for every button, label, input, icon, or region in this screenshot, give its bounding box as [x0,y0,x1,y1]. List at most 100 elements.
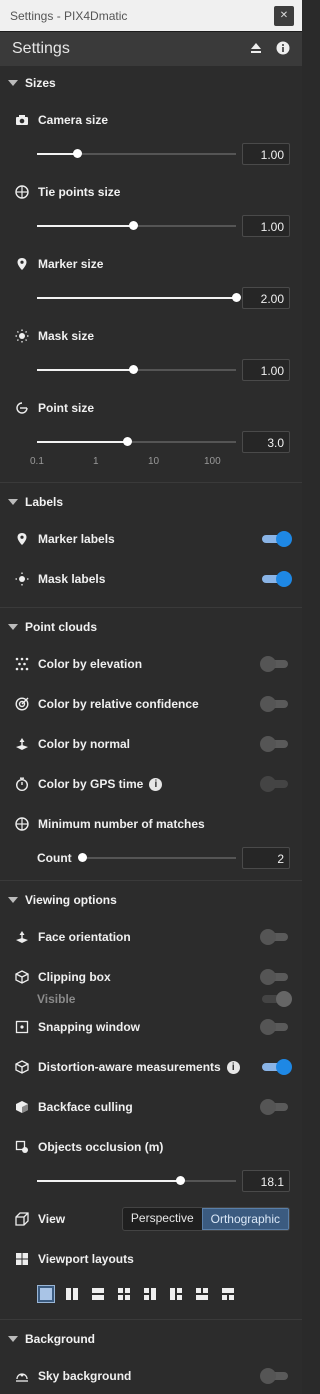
section-title: Viewing options [25,893,117,907]
tie-points-size-input[interactable]: 1.00 [242,215,290,237]
scale-tick: 0.1 [30,456,44,467]
backface-icon [14,1099,30,1115]
point-size-input[interactable]: 3.0 [242,431,290,453]
mask-size-slider-row: 1.00 [0,356,302,384]
tie-points-size-slider-row: 1.00 [0,212,302,240]
count-slider[interactable] [77,853,236,862]
point-size-slider[interactable] [37,437,236,446]
visible-row: Visible [0,991,302,1007]
orthographic-option[interactable]: Orthographic [201,1208,289,1230]
point-size-scale: 0.1 1 10 100 [30,456,302,472]
backface-culling-row: Backface culling [0,1087,302,1127]
layout-four-grid-icon[interactable] [115,1285,133,1303]
distortion-aware-toggle[interactable] [260,1059,292,1075]
visible-toggle[interactable] [260,991,292,1007]
collapse-caret-icon[interactable] [8,80,18,86]
color-by-gps-time-row: Color by GPS time i [0,764,302,804]
tie-points-size-row: Tie points size [0,172,302,212]
objects-occlusion-row: Objects occlusion (m) [0,1127,302,1167]
tie-points-size-label: Tie points size [38,185,121,199]
clipping-box-toggle[interactable] [260,969,290,985]
view-cube-icon [14,1211,30,1227]
perspective-option[interactable]: Perspective [123,1208,202,1230]
settings-header: Settings [0,32,302,66]
mask-icon [14,571,30,587]
layout-top-large-icon[interactable] [219,1285,237,1303]
section-divider [0,880,302,881]
normal-icon [14,736,30,752]
color-by-confidence-label: Color by relative confidence [38,697,199,711]
snapping-window-toggle[interactable] [260,1019,290,1035]
marker-pin-icon [14,256,30,272]
collapse-caret-icon[interactable] [8,624,18,630]
camera-size-input[interactable]: 1.00 [242,143,290,165]
sky-background-label: Sky background [38,1369,132,1383]
section-point-clouds[interactable]: Point clouds [0,610,302,644]
occlusion-input[interactable]: 18.1 [242,1170,290,1192]
marker-size-slider[interactable] [37,293,241,302]
gps-time-text: Color by GPS time [38,777,144,791]
collapse-caret-icon[interactable] [8,1336,18,1342]
view-row: View Perspective Orthographic [0,1199,302,1239]
marker-labels-toggle[interactable] [260,531,292,547]
backface-culling-toggle[interactable] [260,1099,290,1115]
camera-size-slider-row: 1.00 [0,140,302,168]
info-icon[interactable]: i [149,777,163,791]
occlusion-slider-row: 18.1 [0,1167,302,1195]
mask-labels-toggle[interactable] [260,571,292,587]
count-label: Count [37,851,72,865]
sky-background-row: Sky background [0,1356,302,1394]
view-label: View [38,1212,66,1226]
objects-occlusion-label: Objects occlusion (m) [38,1140,164,1154]
face-orientation-toggle[interactable] [260,929,290,945]
elevation-dots-icon [14,656,30,672]
count-input[interactable]: 2 [242,847,290,869]
close-icon[interactable]: ✕ [274,5,294,26]
section-title: Point clouds [25,620,97,634]
layout-right-large-icon[interactable] [167,1285,185,1303]
marker-labels-row: Marker labels [0,519,302,559]
tie-points-size-slider[interactable] [37,221,236,230]
section-title: Background [25,1332,96,1346]
visible-label: Visible [37,992,76,1006]
distortion-text: Distortion-aware measurements [38,1060,221,1074]
color-by-elevation-toggle[interactable] [260,656,290,672]
backface-culling-label: Backface culling [38,1100,133,1114]
eject-icon[interactable] [250,42,262,57]
color-by-normal-toggle[interactable] [260,736,290,752]
section-divider [0,482,302,483]
layout-left-large-icon[interactable] [141,1285,159,1303]
viewport-layouts-row: Viewport layouts [0,1239,302,1279]
sky-background-toggle[interactable] [260,1368,290,1384]
confidence-icon [14,696,30,712]
marker-size-input[interactable]: 2.00 [242,287,290,309]
collapse-caret-icon[interactable] [8,897,18,903]
layout-two-vertical-icon[interactable] [63,1285,81,1303]
camera-size-slider[interactable] [37,149,236,158]
mask-size-input[interactable]: 1.00 [242,359,290,381]
layout-single-icon[interactable] [37,1285,55,1303]
mask-size-label: Mask size [38,329,95,343]
occlusion-slider[interactable] [37,1176,236,1185]
layout-bottom-large-icon[interactable] [193,1285,211,1303]
info-icon[interactable]: i [226,1060,240,1074]
mask-labels-label: Mask labels [38,572,106,586]
section-labels[interactable]: Labels [0,485,302,519]
section-viewing-options[interactable]: Viewing options [0,883,302,917]
info-icon[interactable] [276,41,290,58]
snapping-window-row: Snapping window [0,1007,302,1047]
tie-points-icon [14,816,30,832]
color-by-gps-time-toggle[interactable] [260,776,290,792]
section-title: Labels [25,495,64,509]
face-orientation-label: Face orientation [38,930,131,944]
collapse-caret-icon[interactable] [8,499,18,505]
occlusion-icon [14,1139,30,1155]
layout-two-horizontal-icon[interactable] [89,1285,107,1303]
section-background[interactable]: Background [0,1322,302,1356]
color-by-confidence-toggle[interactable] [260,696,290,712]
mask-size-slider[interactable] [37,365,236,374]
marker-size-row: Marker size [0,244,302,284]
minimum-matches-label: Minimum number of matches [38,817,205,831]
minimum-matches-row: Minimum number of matches [0,804,302,844]
section-sizes[interactable]: Sizes [0,66,302,100]
